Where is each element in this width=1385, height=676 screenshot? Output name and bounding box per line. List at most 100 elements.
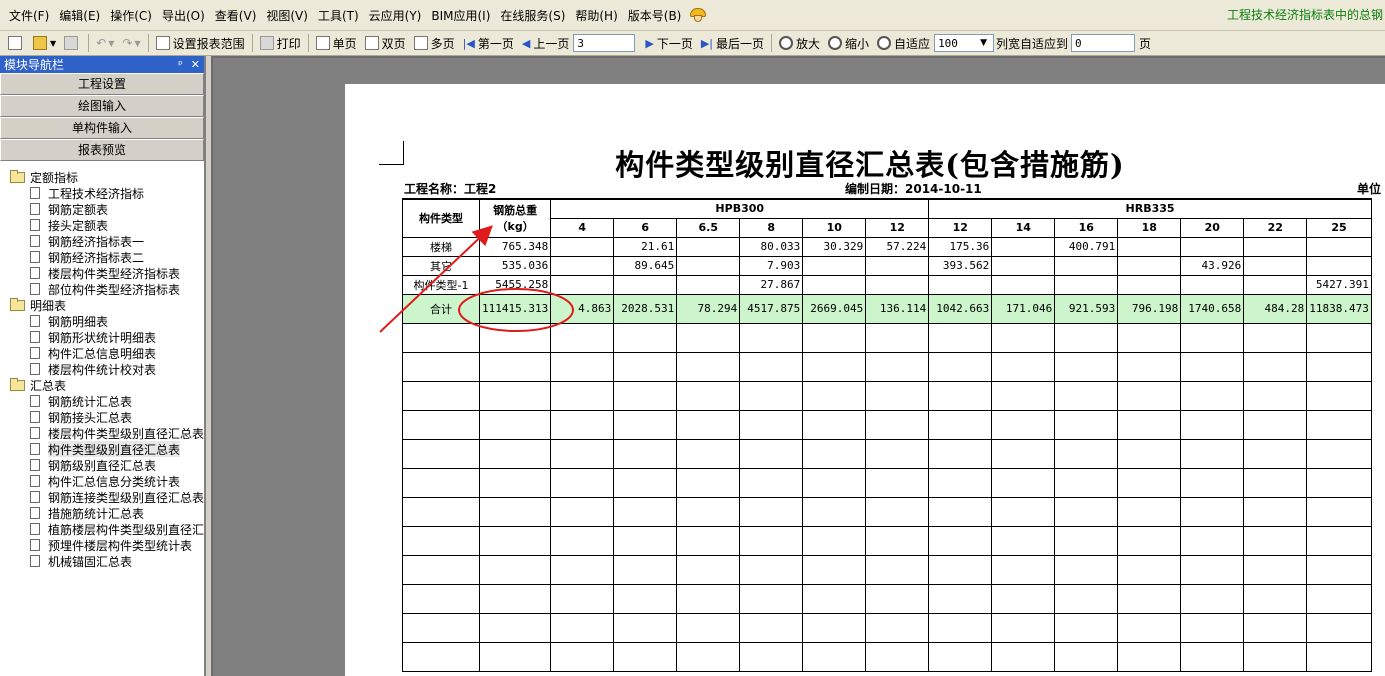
page-number-input[interactable] (573, 34, 636, 52)
document-icon (30, 315, 40, 327)
tree-item[interactable]: 楼层构件类型经济指标表 (0, 265, 206, 281)
redo-button[interactable]: ↷ ▼ (118, 32, 144, 54)
tree-group[interactable]: 汇总表 (0, 377, 204, 393)
empty-cell (1117, 641, 1182, 672)
tree-item[interactable]: 预埋件楼层构件类型统计表 (0, 537, 206, 553)
empty-cell (478, 409, 552, 440)
new-file-button[interactable] (4, 32, 29, 54)
print-button[interactable]: 打印 (256, 32, 305, 54)
empty-cell (928, 438, 993, 469)
zoom-out-button[interactable]: 缩小 (824, 32, 873, 54)
report-title: 构件类型级别直径汇总表(包含措施筋) (615, 148, 1125, 182)
header-diameter: 6.5 (676, 217, 741, 238)
zoom-dropdown-icon[interactable]: ▼ (980, 38, 987, 48)
tree-item[interactable]: 构件类型级别直径汇总表 (0, 441, 206, 457)
empty-cell (550, 351, 615, 382)
tree-group[interactable]: 定额指标 (0, 169, 204, 185)
set-range-button[interactable]: 设置报表范围 (152, 32, 249, 54)
tree-item[interactable]: 钢筋级别直径汇总表 (0, 457, 206, 473)
menu-version[interactable]: 版本号(B) (623, 7, 687, 24)
tree-item[interactable]: 接头定额表 (0, 217, 206, 233)
report-viewport[interactable]: 构件类型级别直径汇总表(包含措施筋) 工程名称：工程2 编制日期：2014-10… (211, 56, 1385, 676)
menu-operate[interactable]: 操作(C) (105, 7, 157, 24)
header-diameter: 18 (1117, 217, 1182, 238)
tree-item[interactable]: 措施筋统计汇总表 (0, 505, 206, 521)
document-icon (30, 475, 40, 487)
menu-help[interactable]: 帮助(H) (570, 7, 622, 24)
menu-view2[interactable]: 视图(V) (261, 7, 313, 24)
first-page-button[interactable]: |◀ 第一页 (459, 32, 518, 54)
column-fit-input[interactable] (1071, 34, 1135, 52)
tree-group[interactable]: 明细表 (0, 297, 204, 313)
empty-cell (676, 554, 741, 585)
nav-panel-title: 模块导航栏 (4, 58, 65, 72)
document-icon (30, 411, 40, 423)
empty-cell (991, 322, 1056, 353)
empty-cell (550, 322, 615, 353)
menu-view[interactable]: 查看(V) (210, 7, 262, 24)
nav-drawing-input-button[interactable]: 绘图输入 (0, 95, 204, 117)
scrolling-banner: 工程技术经济指标表中的总钢 (1226, 8, 1383, 22)
tree-item[interactable]: 钢筋经济指标表二 (0, 249, 206, 265)
tree-item[interactable]: 工程技术经济指标 (0, 185, 206, 201)
header-diameter: 6 (613, 217, 678, 238)
tree-item[interactable]: 植筋楼层构件类型级别直径汇 (0, 521, 206, 537)
pin-icon[interactable]: ᵖ (178, 58, 183, 71)
empty-cell (478, 351, 552, 382)
nav-single-component-button[interactable]: 单构件输入 (0, 117, 204, 139)
menu-export[interactable]: 导出(O) (157, 7, 210, 24)
single-page-button[interactable]: 单页 (312, 32, 361, 54)
empty-cell (1306, 612, 1372, 643)
close-icon[interactable]: ✕ (191, 58, 200, 71)
tree-item[interactable]: 钢筋接头汇总表 (0, 409, 206, 425)
empty-cell (1117, 322, 1182, 353)
empty-cell (550, 583, 615, 614)
undo-button[interactable]: ↶ ▼ (92, 32, 118, 54)
empty-cell (1180, 612, 1245, 643)
tree-item[interactable]: 钢筋形状统计明细表 (0, 329, 206, 345)
tree-item[interactable]: 构件汇总信息分类统计表 (0, 473, 206, 489)
document-icon (30, 267, 40, 279)
prev-page-button[interactable]: ◀ 上一页 (518, 32, 573, 54)
tree-item[interactable]: 钢筋定额表 (0, 201, 206, 217)
menu-bim[interactable]: BIM应用(I) (426, 7, 495, 24)
empty-cell (802, 438, 867, 469)
table-cell: 5427.391 (1306, 274, 1372, 295)
last-page-button[interactable]: ▶| 最后一页 (697, 32, 768, 54)
tree-item[interactable]: 机械锚固汇总表 (0, 553, 206, 569)
save-button[interactable] (60, 32, 85, 54)
tree-item[interactable]: 构件汇总信息明细表 (0, 345, 206, 361)
tree-item[interactable]: 楼层构件类型级别直径汇总表 (0, 425, 206, 441)
empty-cell (402, 496, 480, 527)
zoom-in-button[interactable]: 放大 (775, 32, 824, 54)
menu-cloud[interactable]: 云应用(Y) (364, 7, 427, 24)
table-cell: 175.36 (928, 236, 993, 257)
empty-cell (991, 583, 1056, 614)
table-cell (1180, 236, 1245, 257)
menu-tools[interactable]: 工具(T) (313, 7, 364, 24)
menu-online[interactable]: 在线服务(S) (495, 7, 570, 24)
tree-item[interactable]: 部位构件类型经济指标表 (0, 281, 206, 297)
menu-file[interactable]: 文件(F) (4, 7, 54, 24)
nav-report-preview-button[interactable]: 报表预览 (0, 139, 204, 161)
tree-item[interactable]: 钢筋明细表 (0, 313, 206, 329)
tree-item[interactable]: 楼层构件统计校对表 (0, 361, 206, 377)
tree-item[interactable]: 钢筋经济指标表一 (0, 233, 206, 249)
table-cell: 136.114 (865, 293, 930, 324)
table-cell: 400.791 (1054, 236, 1119, 257)
empty-cell (802, 583, 867, 614)
fit-button[interactable]: 自适应 (873, 32, 934, 54)
nav-project-settings-button[interactable]: 工程设置 (0, 73, 204, 95)
menu-edit[interactable]: 编辑(E) (54, 7, 105, 24)
empty-cell (865, 467, 930, 498)
empty-cell (1243, 496, 1308, 527)
next-page-button[interactable]: ▶ 下一页 (641, 32, 696, 54)
open-folder-button[interactable]: ▼ (29, 32, 60, 54)
tree-item[interactable]: 钢筋统计汇总表 (0, 393, 206, 409)
double-page-button[interactable]: 双页 (361, 32, 410, 54)
helmet-icon[interactable] (690, 8, 707, 22)
table-cell (550, 255, 615, 276)
empty-cell (676, 409, 741, 440)
tree-item[interactable]: 钢筋连接类型级别直径汇总表 (0, 489, 206, 505)
multi-page-button[interactable]: 多页 (410, 32, 459, 54)
